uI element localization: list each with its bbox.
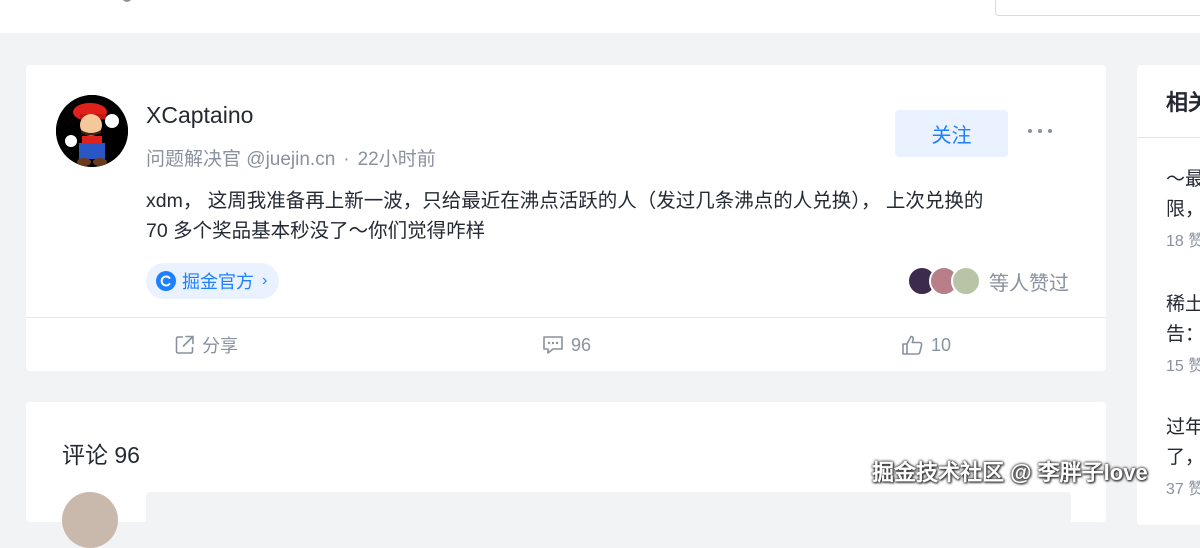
related-item-line: 了，	[1166, 447, 1200, 468]
likers-text: 等人赞过	[989, 272, 1069, 295]
watermark-text: 掘金技术社区 @ 李胖子love	[872, 460, 1148, 485]
related-item-line: 限，	[1166, 199, 1200, 220]
author-avatar[interactable]	[56, 95, 128, 167]
current-user-avatar	[62, 492, 118, 548]
mario-avatar-image	[56, 95, 128, 167]
follow-button[interactable]: 关注	[895, 110, 1008, 157]
related-item-line: 告：	[1166, 324, 1200, 345]
topic-tag-label: 掘金官方	[182, 272, 254, 292]
related-item-line: 稀土	[1166, 294, 1200, 315]
sidebar-divider	[1137, 137, 1200, 138]
comment-count: 96	[571, 334, 592, 355]
content-line-2: 70 多个奖品基本秒没了～你们觉得咋样	[146, 220, 486, 242]
related-item-likes: 18 赞	[1166, 233, 1200, 250]
more-dots-icon[interactable]	[1026, 119, 1054, 143]
like-button[interactable]: 10	[901, 330, 951, 360]
related-item-line: ～最	[1166, 169, 1200, 190]
meta-separator: ·	[343, 149, 350, 170]
content-line-1: xdm， 这周我准备再上新一波，只给最近在沸点活跃的人（发过几条沸点的人兑换），…	[146, 190, 984, 212]
related-item[interactable]: 过年 了， 37 赞	[1166, 413, 1200, 499]
author-name[interactable]: XCaptaino	[146, 102, 253, 129]
thumbs-up-icon	[902, 335, 923, 355]
search-box[interactable]	[995, 0, 1200, 16]
action-divider	[26, 317, 1106, 318]
sidebar-title: 相关	[1166, 90, 1200, 115]
top-navbar	[0, 0, 1200, 33]
pin-content: xdm， 这周我准备再上新一波，只给最近在沸点活跃的人（发过几条沸点的人兑换），…	[146, 186, 1076, 246]
related-item-likes: 15 赞	[1166, 358, 1200, 375]
share-icon	[175, 335, 194, 354]
related-item-line: 过年	[1166, 417, 1200, 438]
comment-input[interactable]	[146, 492, 1071, 532]
share-button[interactable]: 分享	[174, 330, 238, 360]
author-title: 问题解决官 @juejin.cn	[146, 149, 336, 170]
share-label: 分享	[202, 336, 238, 356]
liker-avatar	[951, 266, 981, 296]
chevron-right-icon: ›	[262, 272, 268, 289]
related-item-likes: 37 赞	[1166, 481, 1200, 498]
topic-tag[interactable]: 掘金官方 ›	[146, 263, 280, 299]
nav-fragment	[122, 0, 132, 2]
related-item[interactable]: 稀土 告： 15 赞	[1166, 290, 1200, 376]
author-meta: 问题解决官 @juejin.cn · 22小时前	[146, 144, 436, 171]
pin-card: XCaptaino 问题解决官 @juejin.cn · 22小时前 关注 xdm，…	[26, 65, 1106, 371]
like-count: 10	[931, 334, 952, 355]
comment-icon	[543, 336, 563, 354]
comments-title: 评论 96	[62, 442, 140, 468]
juejin-logo-icon	[156, 271, 176, 291]
likers-group[interactable]: 等人赞过	[907, 265, 1069, 297]
post-time: 22小时前	[357, 149, 436, 170]
related-item[interactable]: ～最 限， 18 赞	[1166, 165, 1200, 251]
comment-button[interactable]: 96	[541, 330, 591, 360]
